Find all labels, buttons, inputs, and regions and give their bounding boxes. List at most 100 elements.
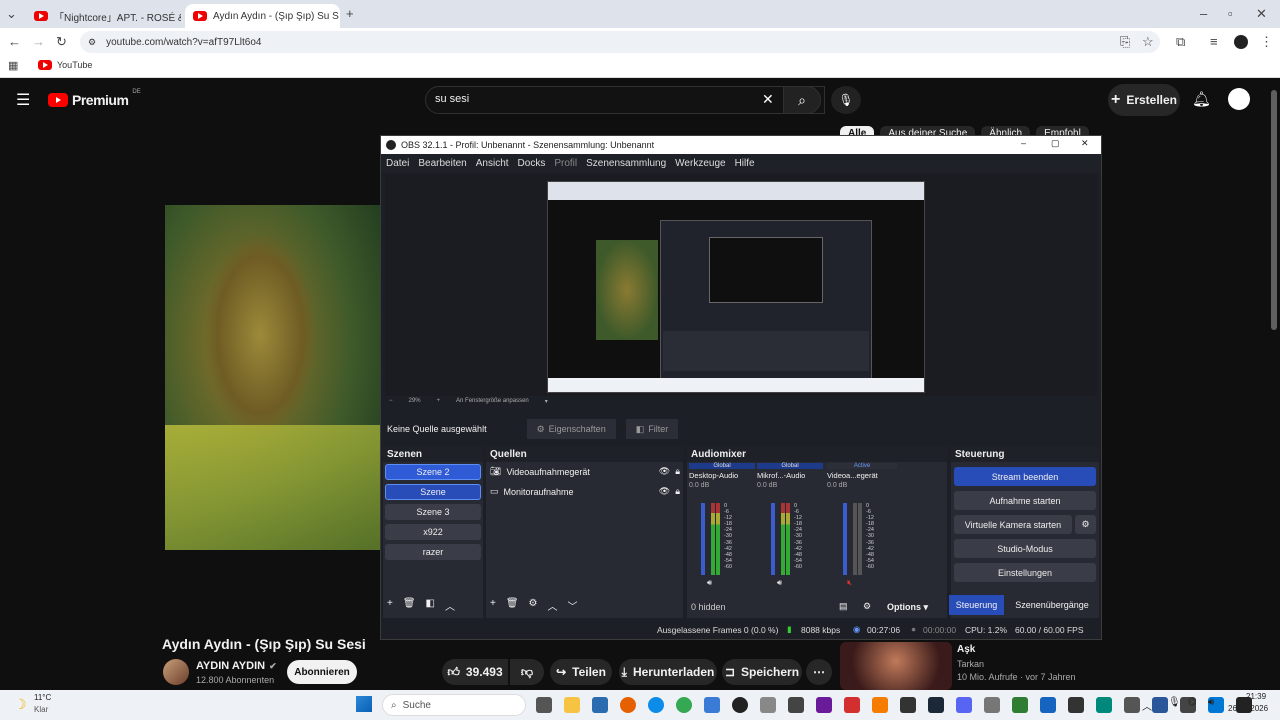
save-button[interactable]: ⊐ Speichern — [722, 659, 802, 685]
mixer-settings-icon[interactable]: ⚙ — [863, 601, 871, 612]
url-field[interactable]: ⚙ youtube.com/watch?v=afT97Llt6o4 — [80, 31, 1160, 53]
zoom-in-icon[interactable]: + — [437, 398, 441, 405]
more-actions-button[interactable]: ⋯ — [806, 659, 832, 685]
taskbar-search[interactable]: ⌕ Suche — [382, 694, 526, 716]
menu-szenensammlung[interactable]: Szenensammlung — [586, 158, 666, 169]
steam-icon[interactable] — [928, 697, 944, 713]
add-source-icon[interactable]: + — [490, 598, 496, 613]
recommendation-title[interactable]: Aşk — [957, 644, 975, 655]
voice-search-button[interactable]: 🎙︎ — [831, 86, 861, 114]
channel-name[interactable]: Desktop-Audio — [689, 471, 755, 480]
app-icon[interactable] — [1096, 697, 1112, 713]
like-button[interactable]: 👍︎ 39.493 — [442, 659, 508, 685]
apps-grid-icon[interactable]: ▦ — [8, 59, 18, 72]
menu-ansicht[interactable]: Ansicht — [476, 158, 509, 169]
channel-name[interactable]: Mikrof...-Audio — [757, 471, 823, 480]
scene-filter-icon[interactable]: ◧ — [426, 598, 435, 613]
minimize-icon[interactable]: – — [1200, 6, 1207, 21]
youtube-premium-logo[interactable]: Premium DE — [48, 89, 141, 108]
mail-icon[interactable] — [704, 697, 720, 713]
lock-icon[interactable]: 🔒︎ — [675, 486, 680, 497]
app-icon[interactable] — [984, 697, 1000, 713]
menu-profil[interactable]: Profil — [554, 158, 577, 169]
app-icon[interactable] — [900, 697, 916, 713]
file-explorer-icon[interactable] — [564, 697, 580, 713]
firefox-icon[interactable] — [620, 697, 636, 713]
app-icon[interactable] — [788, 697, 804, 713]
back-icon[interactable]: ← — [8, 34, 21, 49]
scene-item[interactable]: x922 — [385, 524, 481, 540]
minimize-icon[interactable]: – — [1021, 138, 1026, 148]
clock-time[interactable]: 21:39 — [1246, 692, 1266, 701]
menu-datei[interactable]: Datei — [386, 158, 409, 169]
store-icon[interactable] — [592, 697, 608, 713]
stop-stream-button[interactable]: Stream beenden — [954, 467, 1096, 486]
channel-name[interactable]: AYDIN AYDIN ✔ — [196, 660, 277, 672]
share-button[interactable]: ↪ Teilen — [550, 659, 612, 685]
download-button[interactable]: ⤓ Herunterladen — [619, 659, 717, 685]
close-window-icon[interactable]: ✕ — [1256, 6, 1267, 22]
recommendation-thumbnail[interactable] — [840, 642, 952, 690]
menu-hilfe[interactable]: Hilfe — [735, 158, 755, 169]
chrome-icon[interactable] — [676, 697, 692, 713]
bookmark-star-icon[interactable]: ☆ — [1142, 34, 1154, 50]
channel-name[interactable]: Videoa...egerät — [827, 471, 897, 480]
edge-icon[interactable] — [648, 697, 664, 713]
tab-controls[interactable]: Steuerung — [949, 595, 1004, 615]
site-info-icon[interactable]: ⚙ — [88, 37, 96, 48]
menu-docks[interactable]: Docks — [518, 158, 546, 169]
bookmark-youtube[interactable]: YouTube — [38, 60, 92, 70]
hamburger-menu-icon[interactable]: ☰ — [16, 90, 30, 110]
network-icon[interactable]: ⌬ — [1188, 697, 1197, 708]
search-button[interactable]: ⌕ — [783, 86, 821, 114]
obs-preview-area[interactable]: − 29% + An Fenstergröße anpassen ▾ — [385, 174, 1097, 405]
restore-icon[interactable]: ▫ — [1228, 6, 1233, 21]
options-dropdown[interactable]: Options ▾ — [887, 602, 928, 613]
zoom-out-icon[interactable]: − — [389, 398, 393, 405]
add-scene-icon[interactable]: + — [387, 598, 393, 613]
virtual-camera-button[interactable]: Virtuelle Kamera starten — [954, 515, 1072, 534]
tab-list-icon[interactable]: ⌄ — [6, 6, 17, 22]
remove-scene-icon[interactable]: 🗑︎ — [403, 598, 416, 613]
start-recording-button[interactable]: Aufnahme starten — [954, 491, 1096, 510]
browser-tab-active[interactable]: Aydın Aydın - (Şıp Şıp) Su S ✕ — [185, 4, 340, 28]
volume-fader[interactable] — [843, 503, 847, 575]
menu-icon[interactable]: ⋮ — [1260, 34, 1273, 50]
scene-item[interactable]: razer — [385, 544, 481, 560]
close-window-icon[interactable]: ✕ — [1081, 138, 1089, 149]
mic-tray-icon[interactable]: 🎙︎ — [1168, 697, 1181, 708]
fit-to-window[interactable]: An Fenstergröße anpassen — [456, 398, 529, 405]
source-settings-gear-icon[interactable]: ⚙ — [529, 598, 538, 613]
notifications-bell-icon[interactable]: 🔔︎ — [1192, 90, 1211, 108]
app-icon[interactable] — [872, 697, 888, 713]
app-icon[interactable] — [1012, 697, 1028, 713]
virtual-camera-settings-button[interactable]: ⚙ — [1075, 515, 1096, 534]
remove-source-icon[interactable]: 🗑︎ — [506, 598, 519, 613]
menu-bearbeiten[interactable]: Bearbeiten — [418, 158, 466, 169]
maximize-icon[interactable]: ▢ — [1051, 138, 1060, 149]
app-icon[interactable] — [760, 697, 776, 713]
speaker-muted-icon[interactable]: 🔇︎ — [847, 578, 852, 588]
forward-icon[interactable]: → — [32, 34, 45, 49]
volume-icon[interactable]: 🔊︎ — [1208, 697, 1214, 708]
settings-button[interactable]: Einstellungen — [954, 563, 1096, 582]
filter-button[interactable]: ◧ Filter — [625, 419, 679, 439]
scene-item[interactable]: Szene — [385, 484, 481, 500]
dropdown-icon[interactable]: ▾ — [545, 398, 548, 405]
speaker-icon[interactable]: 🔊︎ — [707, 578, 712, 588]
mixer-layout-icon[interactable]: ▤ — [839, 601, 848, 612]
install-app-icon[interactable]: ⎘ — [1120, 34, 1130, 50]
reload-icon[interactable]: ↻ — [56, 34, 67, 50]
weather-temp[interactable]: 11°C — [34, 693, 51, 702]
tab-transitions[interactable]: Szenenübergänge — [1007, 595, 1097, 615]
source-item[interactable]: ▭ Monitoraufnahme 👁︎ 🔒︎ — [490, 486, 680, 497]
move-up-icon[interactable]: ︿ — [445, 598, 455, 613]
scene-item[interactable]: Szene 3 — [385, 504, 481, 520]
studio-mode-button[interactable]: Studio-Modus — [954, 539, 1096, 558]
user-avatar[interactable] — [1228, 88, 1250, 110]
profile-avatar[interactable] — [1234, 35, 1248, 49]
lock-icon[interactable]: 🔒︎ — [675, 466, 680, 477]
dislike-button[interactable]: 👎︎ — [510, 659, 544, 685]
clear-search-icon[interactable]: ✕ — [762, 91, 774, 108]
create-button[interactable]: + Erstellen — [1108, 84, 1180, 116]
